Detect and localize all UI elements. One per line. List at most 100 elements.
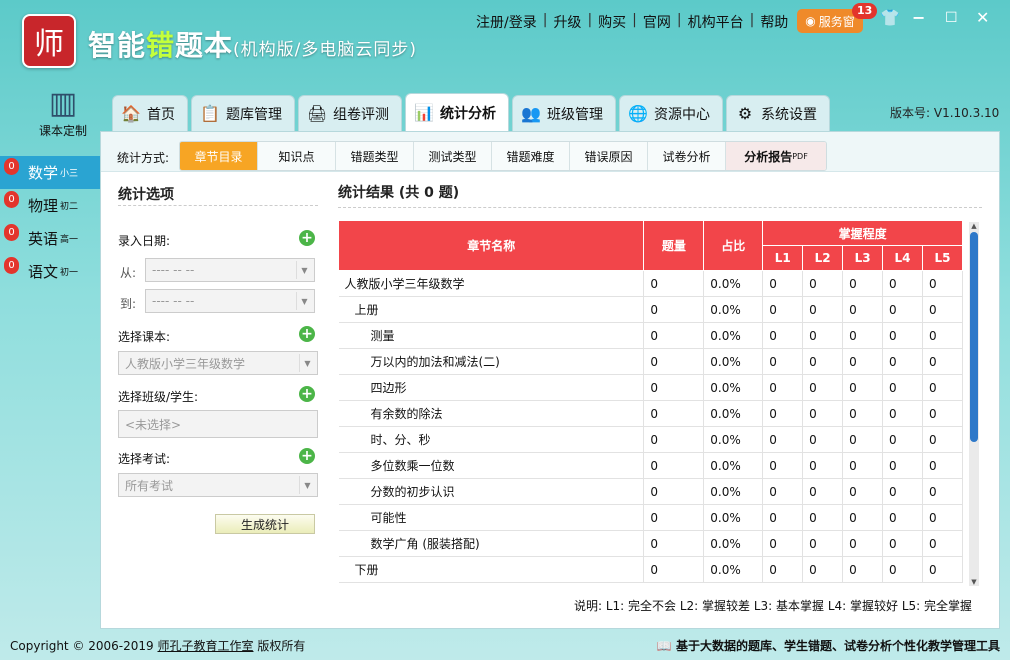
row-level: 0 <box>922 452 964 479</box>
scroll-up-icon[interactable]: ▲ <box>969 222 979 230</box>
stat-tab-difficulty[interactable]: 错题难度 <box>492 142 570 170</box>
row-level: 0 <box>922 400 964 427</box>
row-level: 0 <box>922 270 964 297</box>
tab-class-management[interactable]: 👥 班级管理 <box>512 95 616 131</box>
table-row[interactable]: 下册 0 0.0% 0 0 0 0 0 <box>338 556 964 583</box>
tab-question-bank[interactable]: 📋 题库管理 <box>191 95 295 131</box>
table-row[interactable]: 分数的初步认识 0 0.0% 0 0 0 0 0 <box>338 478 964 505</box>
row-level: 0 <box>882 556 923 583</box>
studio-link[interactable]: 师孔子教育工作室 <box>158 639 254 653</box>
table-row[interactable]: 可能性 0 0.0% 0 0 0 0 0 <box>338 504 964 531</box>
menu-website[interactable]: 官网 <box>643 12 671 32</box>
subject-chinese[interactable]: 0 语文 初一 <box>0 255 100 288</box>
table-row[interactable]: 有余数的除法 0 0.0% 0 0 0 0 0 <box>338 400 964 427</box>
row-chapter-name: 人教版小学三年级数学 <box>338 270 645 297</box>
row-level: 0 <box>842 374 884 401</box>
scroll-thumb[interactable] <box>970 232 978 442</box>
row-level: 0 <box>882 400 923 427</box>
minimize-icon[interactable]: − <box>912 9 925 27</box>
add-class-icon[interactable]: + <box>299 386 315 402</box>
table-row[interactable]: 上册 0 0.0% 0 0 0 0 0 <box>338 296 964 323</box>
row-level: 0 <box>842 504 884 531</box>
row-level: 0 <box>922 426 964 453</box>
results-scrollbar[interactable]: ▲ ▼ <box>969 222 979 586</box>
app-title: 智能错题本(机构版/多电脑云同步) <box>88 29 418 62</box>
stat-tab-test-type[interactable]: 测试类型 <box>414 142 492 170</box>
col-mastery: 掌握程度 <box>762 220 963 246</box>
add-date-icon[interactable]: + <box>299 230 315 246</box>
book-select[interactable]: 人教版小学三年级数学 ▼ <box>118 351 318 375</box>
top-menu: 注册/登录 | 升级 | 购买 | 官网 | 机构平台 | 帮助 <box>476 12 789 32</box>
tab-settings[interactable]: ⚙ 系统设置 <box>726 95 830 131</box>
close-icon[interactable]: ✕ <box>976 9 989 27</box>
tab-statistics[interactable]: 📊 统计分析 <box>405 93 509 131</box>
table-row[interactable]: 人教版小学三年级数学 0 0.0% 0 0 0 0 0 <box>338 270 964 297</box>
maximize-icon[interactable]: ☐ <box>945 9 958 27</box>
exam-select[interactable]: 所有考试 ▼ <box>118 473 318 497</box>
table-row[interactable]: 时、分、秒 0 0.0% 0 0 0 0 0 <box>338 426 964 453</box>
home-icon: 🏠 <box>121 104 141 123</box>
row-ratio: 0.0% <box>703 426 764 453</box>
textbook-custom-button[interactable]: ▥ 课本定制 <box>36 86 90 139</box>
row-qty: 0 <box>643 478 705 505</box>
exam-row: 选择考试: + <box>118 448 318 467</box>
subject-english[interactable]: 0 英语 高一 <box>0 222 100 255</box>
skin-icon[interactable]: 👕 <box>880 9 900 27</box>
subject-sidebar: 0 数学 小三 0 物理 初二 0 英语 高一 0 语文 初一 <box>0 156 122 288</box>
from-date-input[interactable]: ---- -- -- ▼ <box>145 258 315 282</box>
col-l1: L1 <box>762 245 804 271</box>
row-level: 0 <box>842 530 884 557</box>
stat-mode-bar: 统计方式: 章节目录 知识点 错题类型 测试类型 错题难度 错误原因 试卷分析 … <box>101 132 999 172</box>
copyright: Copyright © 2006-2019 师孔子教育工作室 版权所有 <box>10 639 306 653</box>
add-book-icon[interactable]: + <box>299 326 315 342</box>
row-level: 0 <box>842 426 884 453</box>
tab-home[interactable]: 🏠 首页 <box>112 95 188 131</box>
table-row[interactable]: 万以内的加法和减法(二) 0 0.0% 0 0 0 0 0 <box>338 348 964 375</box>
menu-upgrade[interactable]: 升级 <box>553 12 581 32</box>
row-level: 0 <box>762 270 804 297</box>
row-chapter-name: 多位数乘一位数 <box>338 452 645 479</box>
row-level: 0 <box>802 296 844 323</box>
table-row[interactable]: 多位数乘一位数 0 0.0% 0 0 0 0 0 <box>338 452 964 479</box>
row-chapter-name: 万以内的加法和减法(二) <box>338 348 645 375</box>
subject-count: 0 <box>4 191 19 208</box>
row-level: 0 <box>762 426 804 453</box>
menu-login[interactable]: 注册/登录 <box>476 12 537 32</box>
row-ratio: 0.0% <box>703 374 764 401</box>
row-level: 0 <box>842 478 884 505</box>
to-date-input[interactable]: ---- -- -- ▼ <box>145 289 315 313</box>
add-exam-icon[interactable]: + <box>299 448 315 464</box>
tab-resource-center[interactable]: 🌐 资源中心 <box>619 95 723 131</box>
people-icon: 👥 <box>521 104 541 123</box>
row-chapter-name: 可能性 <box>338 504 645 531</box>
subject-math[interactable]: 0 数学 小三 <box>0 156 122 189</box>
menu-help[interactable]: 帮助 <box>760 12 788 32</box>
row-level: 0 <box>922 348 964 375</box>
stat-tab-knowledge[interactable]: 知识点 <box>258 142 336 170</box>
generate-stats-button[interactable]: 生成统计 <box>215 514 315 534</box>
row-level: 0 <box>762 322 804 349</box>
table-row[interactable]: 数学广角 (服装搭配) 0 0.0% 0 0 0 0 0 <box>338 530 964 557</box>
stat-tab-error-type[interactable]: 错题类型 <box>336 142 414 170</box>
stat-tab-chapter[interactable]: 章节目录 <box>180 142 258 170</box>
printer-icon: 🖨 <box>307 104 328 123</box>
menu-org-platform[interactable]: 机构平台 <box>688 12 744 32</box>
row-ratio: 0.0% <box>703 322 764 349</box>
stat-tab-pdf-report[interactable]: 分析报告 PDF <box>726 142 826 170</box>
row-level: 0 <box>802 322 844 349</box>
subject-physics[interactable]: 0 物理 初二 <box>0 189 100 222</box>
row-chapter-name: 分数的初步认识 <box>338 478 645 505</box>
table-row[interactable]: 测量 0 0.0% 0 0 0 0 0 <box>338 322 964 349</box>
tab-exam-builder[interactable]: 🖨 组卷评测 <box>298 95 402 131</box>
menu-buy[interactable]: 购买 <box>598 12 626 32</box>
stat-tab-paper-analysis[interactable]: 试卷分析 <box>648 142 726 170</box>
class-select[interactable]: <未选择> <box>118 410 318 438</box>
scroll-down-icon[interactable]: ▼ <box>969 578 979 586</box>
table-row[interactable]: 四边形 0 0.0% 0 0 0 0 0 <box>338 374 964 401</box>
book-icon: 📖 <box>656 639 676 653</box>
row-level: 0 <box>922 296 964 323</box>
row-qty: 0 <box>643 556 705 583</box>
gear-icon: ⚙ <box>737 104 753 123</box>
stat-tab-error-reason[interactable]: 错误原因 <box>570 142 648 170</box>
row-qty: 0 <box>643 530 705 557</box>
